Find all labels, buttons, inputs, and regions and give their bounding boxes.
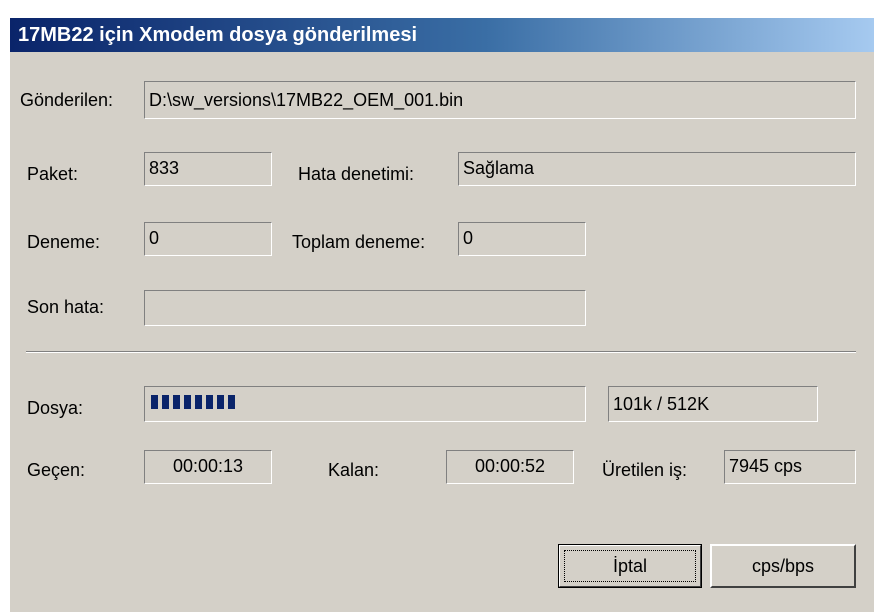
sent-file-field: D:\sw_versions\17MB22_OEM_001.bin [144, 81, 856, 119]
cps-bps-button-label: cps/bps [751, 556, 815, 576]
total-retries-label: Toplam deneme: [292, 232, 426, 252]
error-check-label: Hata denetimi: [298, 164, 415, 184]
file-progress-fill [151, 395, 235, 409]
total-retries-field: 0 [458, 222, 586, 256]
throughput-label: Üretilen iş: [602, 460, 688, 480]
remaining-label: Kalan: [328, 460, 380, 480]
error-check-field: Sağlama [458, 152, 856, 186]
last-error-label: Son hata: [27, 297, 105, 317]
last-error-field [144, 290, 586, 326]
cps-bps-toggle-button[interactable]: cps/bps [710, 544, 856, 588]
sent-file-label: Gönderilen: [20, 90, 114, 110]
throughput-field: 7945 cps [724, 450, 856, 484]
xmodem-transfer-dialog: 17MB22 için Xmodem dosya gönderilmesi Gö… [0, 0, 874, 612]
retry-label: Deneme: [27, 232, 101, 252]
packet-field: 833 [144, 152, 272, 186]
elapsed-label: Geçen: [27, 460, 86, 480]
elapsed-field: 00:00:13 [144, 450, 272, 484]
window-title[interactable]: 17MB22 için Xmodem dosya gönderilmesi [10, 18, 874, 52]
file-size-field: 101k / 512K [608, 386, 818, 422]
file-label: Dosya: [27, 398, 84, 418]
packet-label: Paket: [27, 164, 79, 184]
section-divider [26, 351, 856, 353]
retry-field: 0 [144, 222, 272, 256]
cancel-button[interactable]: İptal [558, 544, 702, 588]
dialog-client-area: Gönderilen: D:\sw_versions\17MB22_OEM_00… [10, 52, 874, 612]
cancel-button-label: İptal [612, 556, 648, 576]
file-progress-bar [144, 386, 586, 422]
remaining-field: 00:00:52 [446, 450, 574, 484]
